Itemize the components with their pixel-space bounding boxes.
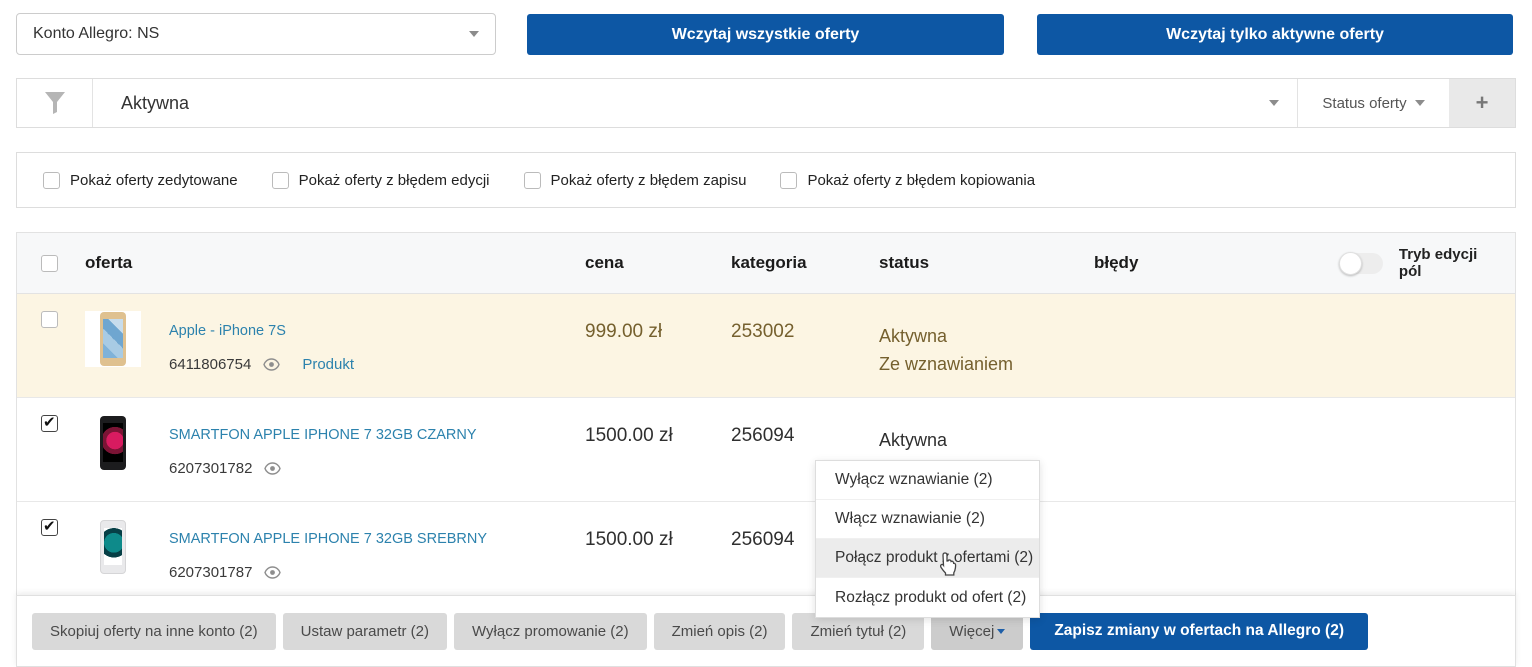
filter-field-select[interactable]: Status oferty xyxy=(1297,79,1449,127)
eye-icon[interactable] xyxy=(264,462,281,475)
row-checkbox[interactable] xyxy=(41,415,58,432)
offer-thumbnail xyxy=(85,415,141,471)
gold-iphone-image xyxy=(100,312,126,366)
offer-price: 1500.00 zł xyxy=(585,519,731,551)
status-line-1: Aktywna xyxy=(879,326,947,346)
offer-cell: SMARTFON APPLE IPHONE 7 32GB SREBRNY 620… xyxy=(85,519,585,581)
offer-thumbnail xyxy=(85,311,141,367)
chevron-down-icon xyxy=(1269,100,1279,106)
offer-id: 6207301787 xyxy=(169,564,252,581)
offers-table: oferta cena kategoria status błędy Tryb … xyxy=(16,232,1516,607)
filter-value-select[interactable]: Aktywna xyxy=(93,79,1297,127)
edit-mode-toggle[interactable] xyxy=(1339,253,1383,274)
menu-item-enable-renewal[interactable]: Włącz wznawianie (2) xyxy=(816,500,1039,539)
header-kategoria: kategoria xyxy=(731,253,879,273)
more-button-label: Więcej xyxy=(949,623,994,640)
filter-funnel-button[interactable] xyxy=(17,79,93,127)
change-title-button[interactable]: Zmień tytuł (2) xyxy=(792,613,924,650)
offer-title-link[interactable]: SMARTFON APPLE IPHONE 7 32GB SREBRNY xyxy=(169,531,487,547)
edit-mode-toggle-label: Tryb edycji pól xyxy=(1399,246,1497,280)
row-checkbox[interactable] xyxy=(41,311,58,328)
checkbox[interactable] xyxy=(780,172,797,189)
offer-price: 1500.00 zł xyxy=(585,415,731,447)
eye-icon[interactable] xyxy=(263,358,280,371)
offer-category: 253002 xyxy=(731,311,879,343)
load-active-offers-button[interactable]: Wczytaj tylko aktywne oferty xyxy=(1037,14,1513,55)
header-status: status xyxy=(879,253,1094,273)
top-bar: Konto Allegro: NS Wczytaj wszystkie ofer… xyxy=(0,0,1532,70)
offer-thumbnail xyxy=(85,519,141,575)
add-filter-button[interactable]: + xyxy=(1449,79,1515,127)
offer-id: 6207301782 xyxy=(169,460,252,477)
offer-title-link[interactable]: Apple - iPhone 7S xyxy=(169,323,354,339)
row-checkbox[interactable] xyxy=(41,519,58,536)
edit-mode-toggle-cell: Tryb edycji pól xyxy=(1339,246,1515,280)
offer-status: Aktywna Ze wznawianiem xyxy=(879,311,1094,378)
show-filter-save-error[interactable]: Pokaż oferty z błędem zapisu xyxy=(524,172,747,189)
toggle-knob xyxy=(1339,252,1362,275)
table-row: SMARTFON APPLE IPHONE 7 32GB CZARNY 6207… xyxy=(17,398,1515,502)
menu-item-disable-renewal[interactable]: Wyłącz wznawianie (2) xyxy=(816,461,1039,500)
show-filter-copy-error[interactable]: Pokaż oferty z błędem kopiowania xyxy=(780,172,1035,189)
funnel-icon xyxy=(44,91,66,115)
show-filter-label: Pokaż oferty z błędem kopiowania xyxy=(807,172,1035,189)
table-row: Apple - iPhone 7S 6411806754 Produkt 999… xyxy=(17,294,1515,398)
load-all-offers-button[interactable]: Wczytaj wszystkie oferty xyxy=(527,14,1004,55)
menu-item-link-product[interactable]: Połącz produkt z ofertami (2) xyxy=(816,539,1039,578)
show-filter-edited[interactable]: Pokaż oferty zedytowane xyxy=(43,172,238,189)
offer-status: Aktywna xyxy=(879,415,1094,454)
account-select[interactable]: Konto Allegro: NS xyxy=(16,13,496,55)
eye-icon[interactable] xyxy=(264,566,281,579)
bulk-action-bar: Skopiuj oferty na inne konto (2) Ustaw p… xyxy=(16,595,1516,667)
more-actions-menu: Wyłącz wznawianie (2) Włącz wznawianie (… xyxy=(815,460,1040,618)
select-all-checkbox[interactable] xyxy=(41,255,58,272)
silver-iphone-image xyxy=(100,520,126,574)
change-description-button[interactable]: Zmień opis (2) xyxy=(654,613,786,650)
produkt-link[interactable]: Produkt xyxy=(302,356,354,373)
header-oferta: oferta xyxy=(85,253,585,273)
filter-value: Aktywna xyxy=(121,93,189,114)
show-filter-label: Pokaż oferty z błędem zapisu xyxy=(551,172,747,189)
show-filter-label: Pokaż oferty zedytowane xyxy=(70,172,238,189)
black-iphone-image xyxy=(100,416,126,470)
header-cena: cena xyxy=(585,253,731,273)
table-row: SMARTFON APPLE IPHONE 7 32GB SREBRNY 620… xyxy=(17,502,1515,606)
status-line-2: Ze wznawianiem xyxy=(879,354,1013,374)
copy-offers-button[interactable]: Skopiuj oferty na inne konto (2) xyxy=(32,613,276,650)
show-filter-label: Pokaż oferty z błędem edycji xyxy=(299,172,490,189)
chevron-down-icon xyxy=(469,31,479,37)
checkbox[interactable] xyxy=(272,172,289,189)
filter-field-label: Status oferty xyxy=(1322,95,1406,112)
filter-bar: Aktywna Status oferty + xyxy=(16,78,1516,128)
show-filters-bar: Pokaż oferty zedytowane Pokaż oferty z b… xyxy=(16,152,1516,208)
chevron-down-icon xyxy=(997,629,1005,634)
more-button[interactable]: Więcej xyxy=(931,613,1023,650)
offer-id: 6411806754 xyxy=(169,356,251,373)
checkbox[interactable] xyxy=(524,172,541,189)
offer-cell: Apple - iPhone 7S 6411806754 Produkt xyxy=(85,311,585,373)
account-select-value: Konto Allegro: NS xyxy=(33,25,159,43)
save-changes-button[interactable]: Zapisz zmiany w ofertach na Allegro (2) xyxy=(1030,613,1368,650)
disable-promotion-button[interactable]: Wyłącz promowanie (2) xyxy=(454,613,647,650)
chevron-down-icon xyxy=(1415,100,1425,106)
table-header: oferta cena kategoria status błędy Tryb … xyxy=(17,233,1515,294)
set-parameter-button[interactable]: Ustaw parametr (2) xyxy=(283,613,447,650)
menu-item-unlink-product[interactable]: Rozłącz produkt od ofert (2) xyxy=(816,578,1039,617)
header-bledy: błędy xyxy=(1094,253,1339,273)
show-filter-edit-error[interactable]: Pokaż oferty z błędem edycji xyxy=(272,172,490,189)
offer-title-link[interactable]: SMARTFON APPLE IPHONE 7 32GB CZARNY xyxy=(169,427,477,443)
offer-category: 256094 xyxy=(731,415,879,447)
checkbox[interactable] xyxy=(43,172,60,189)
offer-price: 999.00 zł xyxy=(585,311,731,343)
offer-cell: SMARTFON APPLE IPHONE 7 32GB CZARNY 6207… xyxy=(85,415,585,477)
